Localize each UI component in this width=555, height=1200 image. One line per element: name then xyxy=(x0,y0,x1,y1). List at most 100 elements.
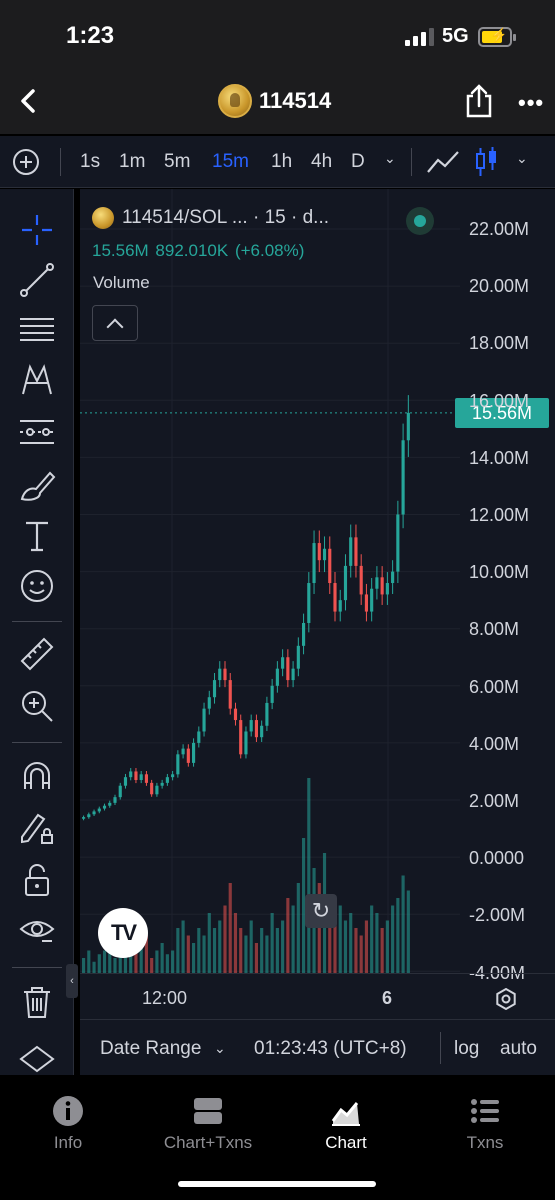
volume-bar xyxy=(150,958,154,973)
auto-scale-toggle[interactable]: auto xyxy=(500,1038,537,1060)
clock-timezone[interactable]: 01:23:43 (UTC+8) xyxy=(254,1038,407,1060)
layers-icon[interactable] xyxy=(18,1045,56,1075)
symbol-label[interactable]: 114514/SOL ... · 15 · d... xyxy=(122,207,329,229)
chevron-down-icon[interactable]: ⌄ xyxy=(516,150,528,167)
candle xyxy=(317,543,321,561)
page-title: 114514 xyxy=(259,88,332,113)
volume-bar xyxy=(113,958,117,973)
date-range-button[interactable]: Date Range xyxy=(100,1038,201,1060)
prediction-icon[interactable] xyxy=(18,413,56,451)
time-axis[interactable]: 12:00 6 xyxy=(80,973,555,1019)
chart-bottom-bar: Date Range ⌄ 01:23:43 (UTC+8) log auto xyxy=(80,1019,555,1075)
more-icon[interactable]: ••• xyxy=(518,90,544,116)
candle xyxy=(302,622,306,646)
candle xyxy=(375,577,379,589)
chart-area[interactable]: 114514/SOL ... · 15 · d... 15.56M 892.01… xyxy=(80,189,555,1075)
volume-bar xyxy=(102,950,107,973)
interval-15m[interactable]: 15m xyxy=(212,151,249,173)
candle xyxy=(181,748,185,755)
tab-info[interactable]: Info xyxy=(8,1095,128,1153)
interval-5m[interactable]: 5m xyxy=(164,151,190,173)
trash-icon[interactable] xyxy=(18,983,56,1021)
interval-1m[interactable]: 1m xyxy=(119,151,145,173)
log-scale-toggle[interactable]: log xyxy=(454,1038,479,1060)
ruler-icon[interactable] xyxy=(18,635,56,673)
volume-bar xyxy=(406,890,410,973)
candle xyxy=(134,771,138,781)
candle xyxy=(370,588,374,612)
candle xyxy=(207,697,211,709)
fib-lines-icon[interactable] xyxy=(18,311,56,349)
line-chart-icon[interactable] xyxy=(426,148,460,176)
candle xyxy=(129,771,133,778)
candle xyxy=(228,680,232,709)
candle xyxy=(359,565,363,595)
candle xyxy=(118,785,122,798)
volume-bar xyxy=(296,883,300,973)
tab-chart[interactable]: Chart xyxy=(286,1095,406,1153)
tradingview-logo[interactable]: TV xyxy=(98,908,148,958)
candle xyxy=(312,543,316,584)
price-tick-label: 0.0000 xyxy=(469,848,525,869)
volume-bar xyxy=(370,905,374,973)
volume-bar xyxy=(281,920,285,973)
candle xyxy=(218,668,222,681)
unlock-icon[interactable] xyxy=(18,861,56,899)
crosshair-icon[interactable] xyxy=(18,211,56,249)
tab-label: Chart+Txns xyxy=(163,1133,253,1152)
interval-D[interactable]: D xyxy=(351,151,365,173)
tab-txns[interactable]: Txns xyxy=(425,1095,545,1153)
volume-bar xyxy=(176,928,180,973)
token-title: 114514 xyxy=(218,84,331,118)
token-logo-small xyxy=(92,207,114,229)
back-icon[interactable] xyxy=(14,86,44,116)
lock-drawing-icon[interactable] xyxy=(18,809,56,847)
candle xyxy=(171,774,175,778)
collapse-panel-toggle[interactable]: ‹ xyxy=(66,964,78,998)
volume-bar xyxy=(82,958,86,973)
gear-icon[interactable] xyxy=(495,988,517,1010)
trend-line-icon[interactable] xyxy=(18,261,56,299)
interval-1h[interactable]: 1h xyxy=(271,151,292,173)
candle xyxy=(270,685,274,703)
text-tool-icon[interactable] xyxy=(18,517,56,555)
add-symbol-icon[interactable] xyxy=(13,149,39,175)
interval-4h[interactable]: 4h xyxy=(311,151,332,173)
candles-icon[interactable] xyxy=(474,146,500,178)
volume-bar xyxy=(197,928,201,973)
candle xyxy=(165,777,169,783)
emoji-icon[interactable] xyxy=(18,567,56,605)
volume-label: Volume xyxy=(93,273,150,292)
tab-chart-txns[interactable]: Chart+Txns xyxy=(148,1095,268,1153)
info-icon xyxy=(53,1096,83,1126)
volume-bar xyxy=(97,954,101,973)
chevron-down-icon[interactable]: ⌄ xyxy=(384,150,396,167)
volume-bar xyxy=(202,935,206,973)
pattern-icon[interactable] xyxy=(18,361,56,399)
price-tick-label: 6.00M xyxy=(469,676,520,697)
candle xyxy=(307,583,311,623)
volume-bar xyxy=(349,913,353,973)
visibility-icon[interactable] xyxy=(18,911,56,949)
interval-1s[interactable]: 1s xyxy=(80,151,100,173)
volume-bar xyxy=(171,950,175,973)
share-icon[interactable] xyxy=(464,84,494,118)
magnet-icon[interactable] xyxy=(18,757,56,795)
volume-bar xyxy=(286,898,290,973)
home-indicator xyxy=(178,1181,376,1187)
candle xyxy=(239,720,243,755)
candle xyxy=(275,668,279,686)
status-bar: 1:23 5G ⚡ xyxy=(0,0,555,72)
candle xyxy=(150,782,154,795)
split-view-icon xyxy=(194,1098,222,1124)
candle xyxy=(108,802,112,806)
volume-bar xyxy=(244,935,248,973)
zoom-in-icon[interactable] xyxy=(18,687,56,725)
candle xyxy=(123,777,128,786)
reset-chart-button[interactable]: ↻ xyxy=(305,894,337,928)
collapse-legend-button[interactable] xyxy=(92,305,138,341)
candle xyxy=(102,805,107,809)
brush-icon[interactable] xyxy=(18,465,56,503)
chevron-down-icon[interactable]: ⌄ xyxy=(214,1040,226,1057)
chart-toolbar: 1s 1m 5m 15m 1h 4h D ⌄ ⌄ xyxy=(0,136,555,188)
